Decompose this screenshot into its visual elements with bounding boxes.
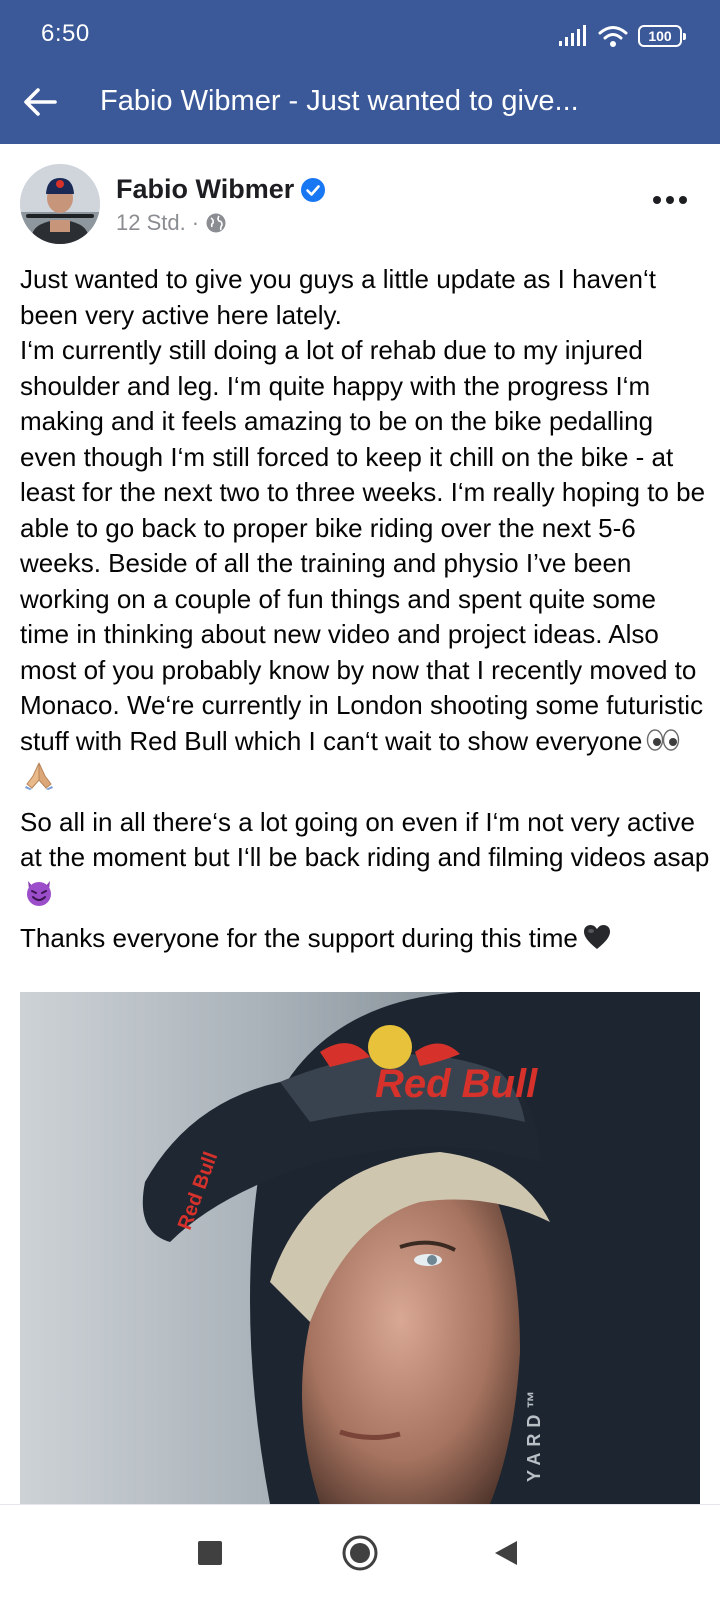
eyes-emoji	[647, 728, 680, 751]
post-header: Fabio Wibmer 12 Std. ·	[0, 144, 720, 254]
arrow-left-icon	[24, 88, 57, 116]
post-paragraph: So all in all there‘s a lot going on eve…	[20, 805, 710, 912]
page-title: Fabio Wibmer - Just wanted to give...	[100, 85, 579, 117]
author-row: Fabio Wibmer	[116, 174, 326, 205]
meta-separator: ·	[191, 210, 200, 235]
wifi-icon	[598, 26, 628, 47]
post-meta: 12 Std. ·	[116, 210, 227, 236]
post-text: Just wanted to give you guys a little up…	[20, 262, 710, 967]
more-dot	[679, 196, 687, 204]
top-header: 6:50 100 Fabio Wibmer - Just wanted to g…	[0, 0, 720, 144]
cap-logo-text: Red Bull	[375, 1062, 538, 1106]
paragraph-text: Just wanted to give you guys a little up…	[20, 264, 706, 756]
battery-level: 100	[648, 28, 672, 44]
circle-icon	[342, 1535, 378, 1571]
paragraph-text: So all in all there‘s a lot going on eve…	[20, 806, 710, 873]
status-time: 6:50	[41, 20, 90, 47]
more-dot	[666, 196, 674, 204]
avatar-image	[20, 164, 100, 244]
battery-icon: 100	[638, 25, 686, 47]
more-options-button[interactable]	[648, 186, 692, 214]
post-photo-image: Red Bull Red Bull YARD™	[20, 992, 700, 1504]
post-paragraph: Thanks everyone for the support during t…	[20, 921, 710, 957]
black-heart-emoji	[583, 925, 610, 949]
system-back-button[interactable]	[486, 1533, 526, 1573]
square-icon	[198, 1541, 222, 1565]
back-button[interactable]	[18, 80, 62, 124]
home-button[interactable]	[340, 1533, 380, 1573]
triangle-left-icon	[495, 1541, 517, 1565]
hood-text: YARD™	[524, 1385, 544, 1482]
signal-icon	[559, 25, 586, 46]
paragraph-text: Thanks everyone for the support during t…	[20, 923, 578, 953]
author-avatar[interactable]	[20, 164, 100, 244]
status-icons: 100	[558, 22, 686, 50]
app-bar: Fabio Wibmer - Just wanted to give...	[0, 70, 720, 144]
post-time[interactable]: 12 Std.	[116, 210, 186, 236]
globe-icon	[206, 213, 226, 233]
recent-apps-button[interactable]	[190, 1533, 230, 1573]
verified-badge-icon	[301, 177, 326, 202]
system-nav-bar	[0, 1504, 720, 1600]
author-name[interactable]: Fabio Wibmer	[116, 174, 294, 205]
status-bar: 6:50 100	[0, 0, 720, 70]
post-photo[interactable]: Red Bull Red Bull YARD™	[20, 992, 700, 1504]
more-dot	[653, 196, 661, 204]
folded-hands-emoji	[25, 762, 53, 790]
smiling-devil-emoji	[27, 880, 51, 906]
post-paragraph: Just wanted to give you guys a little up…	[20, 262, 710, 795]
